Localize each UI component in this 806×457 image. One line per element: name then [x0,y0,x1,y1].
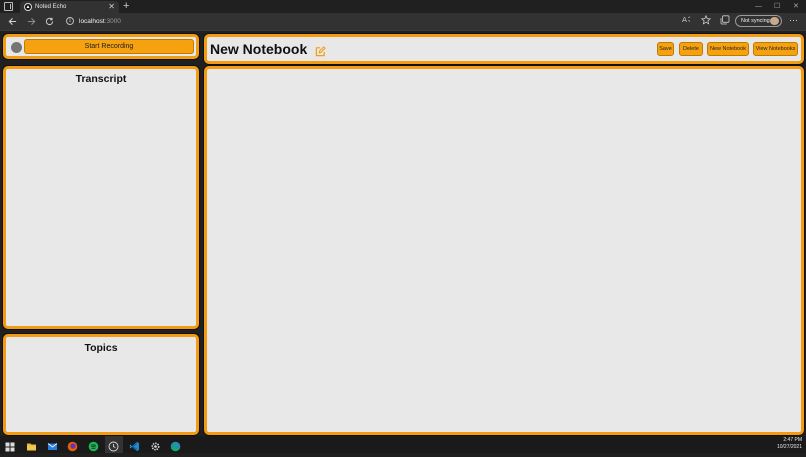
sync-status-label: Not syncing [741,18,770,24]
topics-panel: Topics [3,334,199,435]
start-recording-button[interactable]: Start Recording [24,39,194,54]
url-port: :3000 [104,18,121,25]
url-host: localhost [79,18,105,25]
svg-text:A: A [682,15,687,24]
tab-strip: ▲ Noted Echo ✕ + — ☐ ✕ [0,0,806,13]
profile-avatar [770,17,779,25]
recording-status-indicator [11,42,22,53]
notebook-title: New Notebook [210,41,308,57]
tab-favicon-icon: ▲ [24,3,32,11]
back-arrow-icon[interactable] [8,14,17,31]
file-explorer-icon[interactable] [26,439,37,451]
sync-status-button[interactable]: Not syncing [735,15,782,27]
delete-button[interactable]: Delete [679,42,703,56]
recording-bar: Start Recording [3,34,199,59]
forward-arrow-icon[interactable] [27,14,36,31]
url-field[interactable]: i localhost:3000 [60,15,678,28]
collections-icon[interactable] [720,15,730,29]
mail-icon[interactable] [47,439,58,450]
settings-icon[interactable] [150,439,161,451]
url-text: localhost:3000 [79,16,121,27]
browser-tab[interactable]: ▲ Noted Echo ✕ [20,1,119,13]
app-root: Start Recording Transcript Topics New No… [0,31,806,436]
clock-time: 2:47 PM [783,437,802,443]
save-button[interactable]: Save [657,42,674,56]
view-notebooks-button[interactable]: View Notebooks [753,42,798,56]
clock-app-icon[interactable] [108,439,119,452]
taskbar: 2:47 PM 10/27/2021 [0,436,806,453]
edit-icon[interactable] [315,44,326,57]
clock-date: 10/27/2021 [776,444,802,450]
info-icon[interactable]: i [66,17,74,25]
spotify-icon[interactable] [88,439,99,452]
tab-title: Noted Echo [35,4,67,10]
notebook-header: New Notebook Save Delete New Notebook Vi… [204,34,804,64]
new-notebook-button[interactable]: New Notebook [707,42,749,56]
maximize-icon[interactable]: ☐ [774,0,780,13]
address-bar: i localhost:3000 A Not syncing ··· [0,13,806,30]
tab-close-icon[interactable]: ✕ [108,1,115,13]
vscode-icon[interactable] [129,439,140,451]
window-close-icon[interactable]: ✕ [793,0,799,13]
system-clock[interactable]: 2:47 PM 10/27/2021 [777,437,802,451]
favorites-icon[interactable] [700,14,712,29]
topics-title: Topics [84,342,118,354]
notebook-editor[interactable] [204,66,804,435]
firefox-icon[interactable] [67,439,78,452]
read-aloud-icon[interactable]: A [682,15,691,28]
tab-actions-icon[interactable] [4,2,13,11]
refresh-icon[interactable] [45,14,54,31]
new-tab-icon[interactable]: + [123,0,129,13]
transcript-title: Transcript [75,73,127,85]
edge-icon[interactable] [170,439,181,452]
more-icon[interactable]: ··· [789,13,798,28]
minimize-icon[interactable]: — [755,0,762,13]
windows-start-icon[interactable] [5,439,16,452]
transcript-panel: Transcript [3,66,199,329]
